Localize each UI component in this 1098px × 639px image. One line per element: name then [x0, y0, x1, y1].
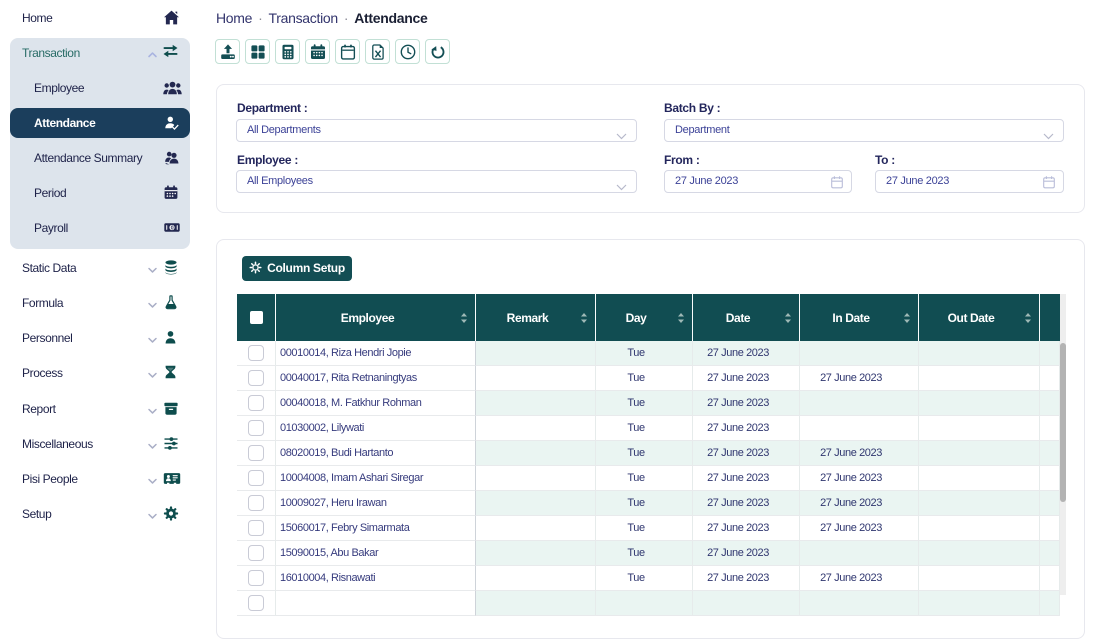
svg-text:0: 0 — [171, 225, 174, 231]
